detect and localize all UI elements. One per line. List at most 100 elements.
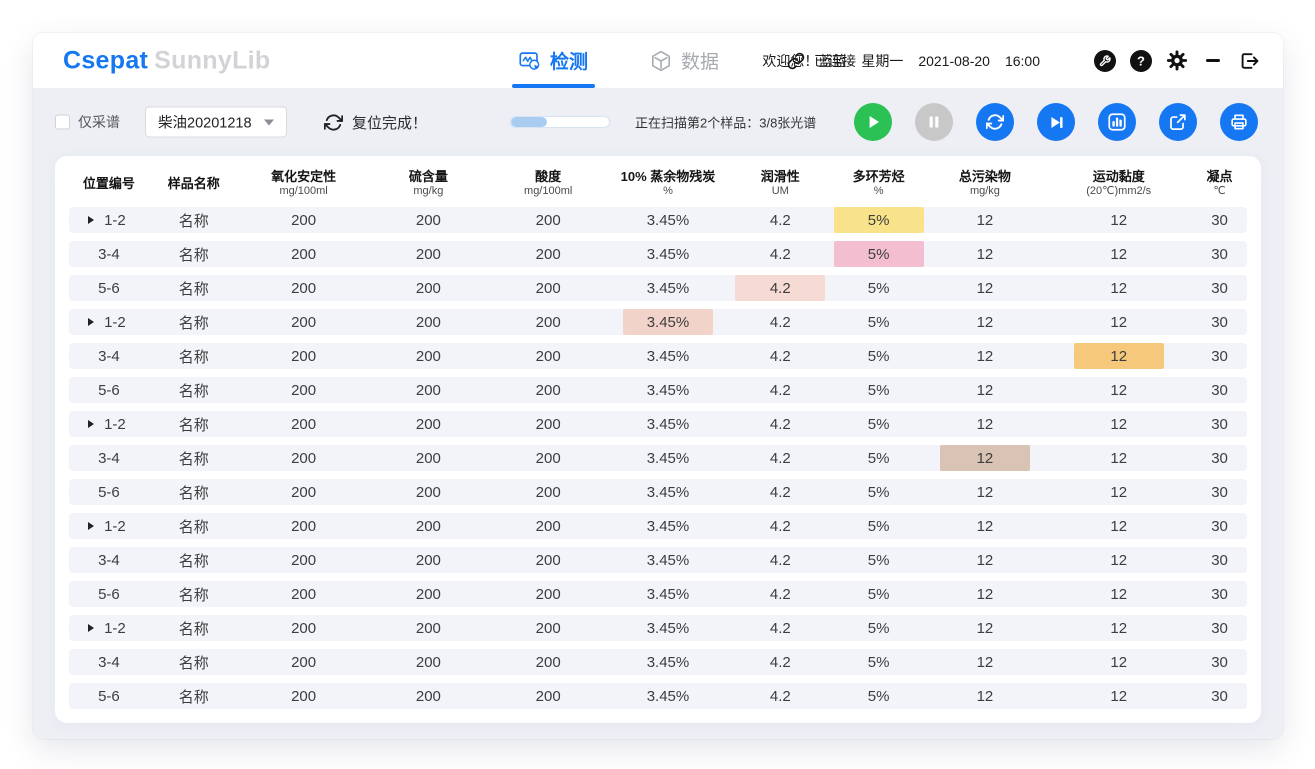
cell-value: 5%	[864, 581, 894, 607]
table-row[interactable]: 3-4名称2002002003.45%4.25%121230	[69, 343, 1247, 369]
table-cell: 5-6	[69, 683, 149, 709]
cell-value: 3.45%	[643, 275, 694, 301]
column-label: 润滑性	[728, 169, 833, 185]
table-row[interactable]: 5-6名称2002002003.45%4.25%121230	[69, 275, 1247, 301]
detection-monitor-icon	[519, 50, 541, 72]
column-unit: (20℃)mm2/s	[1045, 185, 1192, 198]
cell-value: 3.45%	[643, 445, 694, 471]
cell-value: 12	[1106, 207, 1131, 233]
settings-icon[interactable]	[1166, 50, 1188, 72]
column-header: 总污染物mg/kg	[925, 169, 1046, 198]
cell-value: 3-4	[94, 547, 124, 573]
cell-value: 4.2	[766, 683, 795, 709]
wrench-icon[interactable]	[1094, 50, 1116, 72]
table-cell: 200	[239, 207, 369, 233]
cell-value: 30	[1207, 615, 1232, 641]
cell-value: 12	[973, 479, 998, 505]
rescan-button[interactable]	[976, 103, 1014, 141]
sample-dropdown-value: 柴油20201218	[158, 112, 252, 133]
header-right: 欢迎您！蓝蓝 星期一 2021-08-20 16:00 ?	[762, 50, 1260, 72]
table-cell: 5%	[833, 411, 925, 437]
chart-button[interactable]	[1098, 103, 1136, 141]
tab-detection[interactable]: 检测	[519, 33, 588, 88]
column-header: 位置编号	[69, 176, 149, 192]
cell-value: 3.45%	[643, 479, 694, 505]
print-button[interactable]	[1220, 103, 1258, 141]
table-row[interactable]: 1-2名称2002002003.45%4.25%121230	[69, 411, 1247, 437]
cell-value: 3.45%	[643, 615, 694, 641]
cell-value: 30	[1207, 581, 1232, 607]
logout-icon[interactable]	[1238, 50, 1260, 72]
table-row[interactable]: 5-6名称2002002003.45%4.25%121230	[69, 581, 1247, 607]
reset-refresh-icon	[322, 111, 344, 133]
column-label: 酸度	[488, 169, 608, 185]
table-cell: 200	[368, 411, 488, 437]
table-cell: 200	[488, 615, 608, 641]
table-cell: 200	[239, 411, 369, 437]
table-row[interactable]: 5-6名称2002002003.45%4.25%121230	[69, 683, 1247, 709]
column-header: 运动黏度(20℃)mm2/s	[1045, 169, 1192, 198]
table-cell: 3-4	[69, 649, 149, 675]
table-cell: 200	[368, 547, 488, 573]
tab-detection-label: 检测	[550, 47, 588, 74]
table-cell: 1-2	[69, 207, 149, 233]
table-cell: 12	[1045, 445, 1192, 471]
reset-status[interactable]: 复位完成！	[322, 111, 427, 133]
help-icon[interactable]: ?	[1130, 50, 1152, 72]
table-cell: 3-4	[69, 547, 149, 573]
table-row[interactable]: 3-4名称2002002003.45%4.25%121230	[69, 649, 1247, 675]
expand-arrow-icon[interactable]	[88, 624, 94, 632]
column-header: 凝点℃	[1192, 169, 1247, 198]
tab-data[interactable]: 数据	[650, 33, 719, 88]
table-cell: 3.45%	[608, 207, 728, 233]
table-cell: 名称	[149, 275, 239, 301]
minimize-icon[interactable]	[1202, 50, 1224, 72]
cell-value: 200	[287, 207, 320, 233]
column-unit: %	[833, 185, 925, 198]
start-button[interactable]	[854, 103, 892, 141]
pause-button[interactable]	[915, 103, 953, 141]
expand-arrow-icon[interactable]	[88, 522, 94, 530]
table-cell: 200	[488, 513, 608, 539]
table-row[interactable]: 1-2名称2002002003.45%4.25%121230	[69, 615, 1247, 641]
cell-value: 1-2	[100, 411, 130, 437]
cell-value: 4.2	[766, 479, 795, 505]
column-label: 硫含量	[368, 169, 488, 185]
cell-value: 5%	[864, 275, 894, 301]
table-cell: 12	[1045, 479, 1192, 505]
expand-arrow-icon[interactable]	[88, 420, 94, 428]
table-row[interactable]: 5-6名称2002002003.45%4.25%121230	[69, 377, 1247, 403]
cell-value: 200	[287, 445, 320, 471]
table-row[interactable]: 3-4名称2002002003.45%4.25%121230	[69, 445, 1247, 471]
cell-value: 12	[973, 241, 998, 267]
sample-dropdown[interactable]: 柴油20201218	[145, 107, 287, 138]
cell-value: 12	[973, 649, 998, 675]
table-row[interactable]: 1-2名称2002002003.45%4.25%121230	[69, 513, 1247, 539]
cell-value: 200	[532, 479, 565, 505]
table-cell: 3.45%	[608, 649, 728, 675]
cell-value: 30	[1207, 513, 1232, 539]
table-row[interactable]: 1-2名称2002002003.45%4.25%121230	[69, 207, 1247, 233]
spectra-only-checkbox[interactable]	[55, 115, 70, 130]
cell-value: 4.2	[766, 513, 795, 539]
cell-value: 5%	[864, 479, 894, 505]
cell-value: 200	[412, 683, 445, 709]
table-cell: 名称	[149, 683, 239, 709]
expand-arrow-icon[interactable]	[88, 216, 94, 224]
table-row[interactable]: 1-2名称2002002003.45%4.25%121230	[69, 309, 1247, 335]
table-row[interactable]: 3-4名称2002002003.45%4.25%121230	[69, 241, 1247, 267]
expand-arrow-icon[interactable]	[88, 318, 94, 326]
table-cell: 200	[488, 309, 608, 335]
cell-value: 3.45%	[643, 547, 694, 573]
action-buttons	[854, 103, 1258, 141]
cell-value: 5-6	[94, 377, 124, 403]
table-row[interactable]: 5-6名称2002002003.45%4.25%121230	[69, 479, 1247, 505]
export-button[interactable]	[1159, 103, 1197, 141]
skip-button[interactable]	[1037, 103, 1075, 141]
table-cell: 30	[1192, 615, 1247, 641]
table-cell: 12	[1045, 207, 1192, 233]
table-cell: 200	[368, 343, 488, 369]
table-cell: 200	[488, 343, 608, 369]
cell-value-highlighted: 4.2	[735, 275, 825, 301]
table-row[interactable]: 3-4名称2002002003.45%4.25%121230	[69, 547, 1247, 573]
